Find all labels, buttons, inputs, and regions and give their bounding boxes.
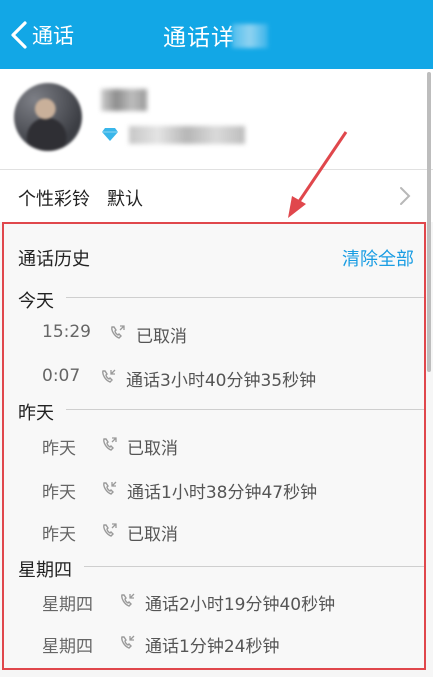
group-label-yesterday: 昨天 [18,403,54,424]
chevron-left-icon [11,21,27,49]
call-time: 昨天 [42,525,76,545]
group-label-today: 今天 [18,291,54,312]
call-status: 通话2小时19分钟40秒钟 [145,595,336,615]
contact-name-blurred [101,89,147,111]
call-time: 星期四 [42,637,93,657]
group-divider [66,297,424,298]
ringtone-row[interactable]: 个性彩铃 默认 [0,170,433,222]
annotation-arrow [288,131,348,218]
contact-info-blurred [129,126,245,144]
avatar[interactable] [14,83,82,151]
ringtone-label: 个性彩铃 [18,189,90,210]
back-label: 通话 [32,24,74,48]
clear-all-button[interactable]: 清除全部 [342,245,414,271]
call-phone-icon [111,325,125,339]
back-button[interactable]: 通话 [8,14,74,56]
call-status: 通话1分钟24秒钟 [145,637,280,657]
call-phone-icon [121,635,135,649]
call-time: 昨天 [42,439,76,459]
call-status: 已取消 [127,439,178,459]
call-status: 已取消 [127,525,178,545]
call-record[interactable]: 昨天 已取消 [4,520,424,548]
call-time: 0:07 [42,366,81,386]
call-status: 通话1小时38分钟47秒钟 [127,483,318,503]
app-header: 通话 通话详 [0,0,433,69]
call-record[interactable]: 星期四 通话2小时19分钟40秒钟 [4,590,424,618]
group-divider [66,409,424,410]
call-record[interactable]: 昨天 已取消 [4,434,424,462]
call-phone-icon [103,523,117,537]
ringtone-value: 默认 [107,189,143,210]
call-phone-icon [121,593,135,607]
call-time: 昨天 [42,483,76,503]
call-phone-icon [103,437,117,451]
call-record[interactable]: 昨天 通话1小时38分钟47秒钟 [4,478,424,506]
page-title: 通话详 [163,25,235,51]
call-time: 15:29 [42,322,91,342]
call-history-title: 通话历史 [18,249,90,270]
call-record[interactable]: 15:29 已取消 [4,322,424,350]
call-status: 通话3小时40分钟35秒钟 [126,371,317,391]
call-phone-icon [103,481,117,495]
call-status: 已取消 [136,327,187,347]
group-divider [84,566,424,567]
call-time: 星期四 [42,595,93,615]
call-history-section: 通话历史 清除全部 今天 15:29 已取消 0:07 通话3小时40分钟35秒… [2,222,426,670]
group-label-thursday: 星期四 [18,560,72,581]
diamond-icon [102,128,118,141]
call-phone-icon [102,369,116,383]
contact-card [0,69,433,170]
scrollbar[interactable] [427,72,431,372]
call-record[interactable]: 0:07 通话3小时40分钟35秒钟 [4,366,424,394]
title-blurred-char [232,24,268,48]
chevron-right-icon [400,187,411,205]
call-record[interactable]: 星期四 通话1分钟24秒钟 [4,632,424,660]
